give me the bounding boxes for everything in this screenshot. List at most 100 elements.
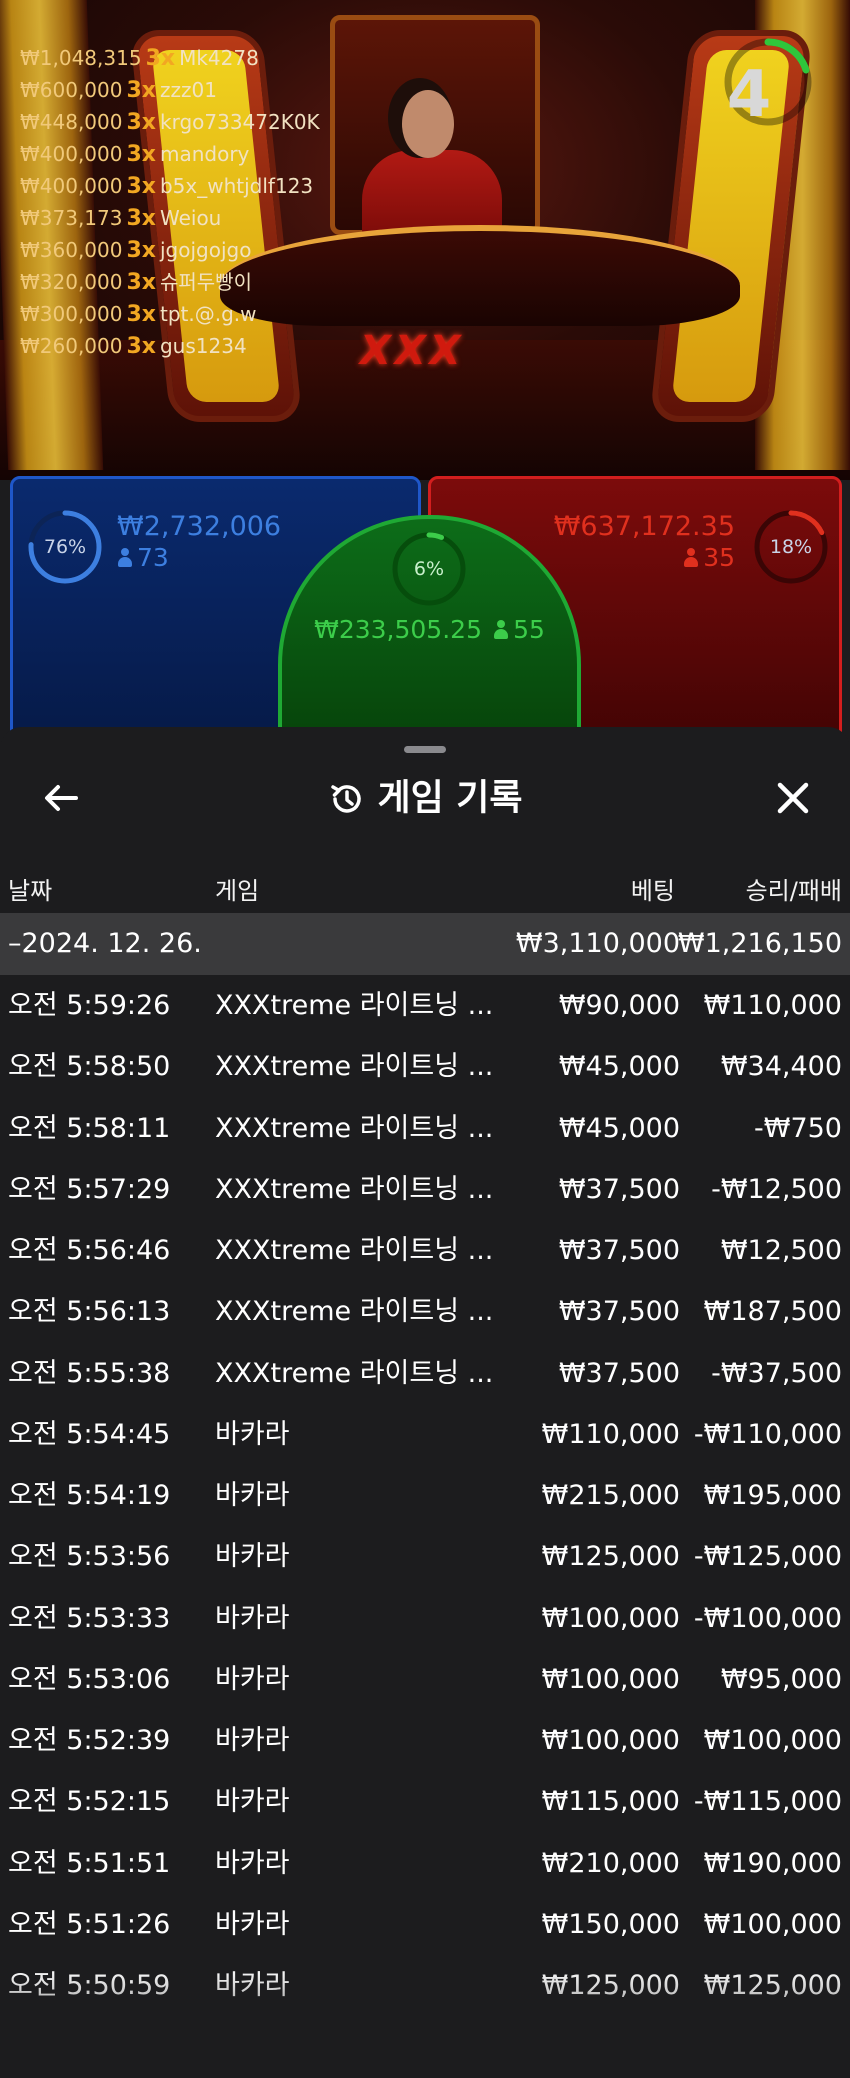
row-winloss: -₩115,000	[693, 1786, 842, 1818]
row-time: 오전 5:56:46	[8, 1235, 171, 1266]
row-winloss: ₩190,000	[703, 1847, 842, 1879]
history-rows: 오전 5:59:26 XXXtreme 라이트닝 ... ₩90,000 ₩110,0…	[0, 975, 850, 2016]
winner-amount: ₩400,000	[20, 142, 123, 166]
winner-username: mandory	[159, 142, 250, 166]
history-row[interactable]: 오전 5:51:51 바카라 ₩210,000 ₩190,000	[0, 1833, 850, 1894]
row-time: 오전 5:58:11	[8, 1112, 171, 1144]
history-row[interactable]: 오전 5:57:29 XXXtreme 라이트닝 ... ₩37,500 -₩12,5…	[0, 1159, 850, 1220]
winner-row: ₩320,000 3x 슈퍼두빵이	[20, 266, 320, 298]
history-row[interactable]: 오전 5:54:19 바카라 ₩215,000 ₩195,000	[0, 1465, 850, 1526]
history-row[interactable]: 오전 5:52:39 바카라 ₩100,000 ₩100,000	[0, 1710, 850, 1771]
winner-username: tpt.@.g.w	[159, 302, 257, 326]
winner-multiplier: 3x	[126, 142, 156, 167]
close-icon[interactable]	[768, 773, 818, 823]
history-row[interactable]: 오전 5:59:26 XXXtreme 라이트닝 ... ₩90,000 ₩110,0…	[0, 975, 850, 1036]
col-date: 날짜	[8, 877, 53, 905]
winner-username: krgo733472K0K	[159, 110, 320, 134]
row-bet: ₩125,000	[541, 1970, 680, 2001]
winner-amount: ₩260,000	[20, 334, 123, 358]
countdown-number: 4	[726, 58, 772, 132]
winner-multiplier: 3x	[126, 334, 156, 359]
row-bet: ₩37,500	[558, 1357, 680, 1389]
row-game: 바카라	[215, 1725, 290, 1756]
history-table-header: 날짜 게임 베팅 승리/패배	[0, 857, 850, 913]
row-time: 오전 5:58:50	[8, 1051, 171, 1083]
history-row[interactable]: 오전 5:58:50 XXXtreme 라이트닝 ... ₩45,000 ₩34,40…	[0, 1036, 850, 1097]
row-game: 바카라	[215, 1541, 290, 1573]
winner-amount: ₩1,048,315	[20, 46, 142, 70]
history-icon	[331, 784, 362, 813]
row-winloss: -₩12,500	[711, 1173, 842, 1205]
history-row[interactable]: 오전 5:53:33 바카라 ₩100,000 -₩100,000	[0, 1588, 850, 1649]
history-row[interactable]: 오전 5:54:45 바카라 ₩110,000 -₩110,000	[0, 1404, 850, 1465]
row-winloss: -₩750	[754, 1112, 842, 1144]
person-icon	[117, 548, 133, 568]
history-row[interactable]: 오전 5:58:11 XXXtreme 라이트닝 ... ₩45,000 -₩750	[0, 1098, 850, 1159]
history-row[interactable]: 오전 5:50:59 바카라 ₩125,000 ₩125,000	[0, 1955, 850, 2016]
row-bet: ₩125,000	[541, 1541, 680, 1573]
sheet-drag-handle[interactable]	[404, 746, 446, 753]
winner-multiplier: 3x	[126, 78, 156, 103]
row-time: 오전 5:54:45	[8, 1418, 171, 1450]
person-icon	[493, 620, 509, 640]
col-bet: 베팅	[630, 877, 675, 905]
person-icon	[683, 548, 699, 568]
winner-username: Mk4278	[179, 46, 259, 70]
row-bet: ₩45,000	[558, 1051, 680, 1083]
history-row[interactable]: 오전 5:56:46 XXXtreme 라이트닝 ... ₩37,500 ₩12,50…	[0, 1220, 850, 1281]
row-game: XXXtreme 라이트닝 ...	[215, 1357, 494, 1389]
history-row[interactable]: 오전 5:51:26 바카라 ₩150,000 ₩100,000	[0, 1894, 850, 1955]
winner-amount: ₩300,000	[20, 302, 123, 326]
row-game: 바카라	[215, 1847, 290, 1879]
winner-row: ₩373,173 3x Weiou	[20, 202, 320, 234]
row-winloss: ₩110,000	[703, 990, 842, 1021]
history-row[interactable]: 오전 5:52:15 바카라 ₩115,000 -₩115,000	[0, 1771, 850, 1832]
row-bet: ₩45,000	[558, 1112, 680, 1144]
date-group-bet: ₩3,110,000	[515, 928, 680, 959]
row-bet: ₩215,000	[541, 1480, 680, 1511]
banker-percent: 18%	[769, 536, 813, 558]
date-group-row[interactable]: –2024. 12. 26. ₩3,110,000 ₩1,216,150	[0, 913, 850, 975]
winner-row: ₩400,000 3x b5x_whtjdlf123	[20, 170, 320, 202]
winners-list: ₩1,048,315 3x Mk4278 ₩600,000 3x zzz01 ₩448,00…	[20, 42, 320, 362]
col-winloss: 승리/패배	[745, 877, 842, 905]
sheet-title: 게임 기록	[377, 777, 523, 819]
row-bet: ₩100,000	[541, 1725, 680, 1756]
row-winloss: ₩100,000	[703, 1908, 842, 1940]
row-game: 바카라	[215, 1970, 290, 2001]
row-bet: ₩210,000	[541, 1847, 680, 1879]
winner-row: ₩448,000 3x krgo733472K0K	[20, 106, 320, 138]
dealer-head	[402, 90, 454, 158]
winner-row: ₩400,000 3x mandory	[20, 138, 320, 170]
history-row[interactable]: 오전 5:53:56 바카라 ₩125,000 -₩125,000	[0, 1526, 850, 1587]
tie-bet-total: ₩233,505.25	[314, 615, 482, 644]
row-time: 오전 5:57:29	[8, 1173, 171, 1205]
winner-multiplier: 3x	[126, 110, 156, 135]
winner-multiplier: 3x	[145, 46, 176, 71]
winner-multiplier: 3x	[126, 302, 156, 327]
winner-row: ₩1,048,315 3x Mk4278	[20, 42, 320, 74]
history-row[interactable]: 오전 5:53:06 바카라 ₩100,000 ₩95,000	[0, 1649, 850, 1710]
winner-multiplier: 3x	[126, 238, 156, 263]
game-history-sheet: 게임 기록 날짜 게임 베팅 승리/패배 –2024. 12. 26. ₩3,1…	[0, 727, 850, 2078]
live-video-stream: XXX ₩1,048,315 3x Mk4278 ₩600,000 3x zzz01 ₩44…	[0, 0, 850, 480]
row-time: 오전 5:52:39	[8, 1725, 171, 1756]
row-game: 바카라	[215, 1418, 290, 1450]
history-row[interactable]: 오전 5:56:13 XXXtreme 라이트닝 ... ₩37,500 ₩187,5…	[0, 1281, 850, 1342]
winner-username: Weiou	[159, 206, 222, 230]
row-winloss: ₩187,500	[703, 1296, 842, 1328]
row-winloss: ₩195,000	[703, 1480, 842, 1511]
date-group-winloss: ₩1,216,150	[677, 928, 842, 959]
row-winloss: -₩125,000	[693, 1541, 842, 1573]
history-row[interactable]: 오전 5:55:38 XXXtreme 라이트닝 ... ₩37,500 -₩37,5…	[0, 1343, 850, 1404]
row-time: 오전 5:55:38	[8, 1357, 171, 1389]
back-arrow-icon[interactable]	[36, 773, 86, 823]
row-winloss: -₩37,500	[711, 1357, 842, 1389]
row-game: 바카라	[215, 1908, 290, 1940]
winner-amount: ₩320,000	[20, 270, 123, 294]
row-time: 오전 5:53:33	[8, 1602, 171, 1634]
winner-amount: ₩360,000	[20, 238, 123, 262]
tie-count-value: 55	[513, 615, 545, 644]
player-count: 73	[117, 543, 169, 572]
winner-amount: ₩600,000	[20, 78, 123, 102]
